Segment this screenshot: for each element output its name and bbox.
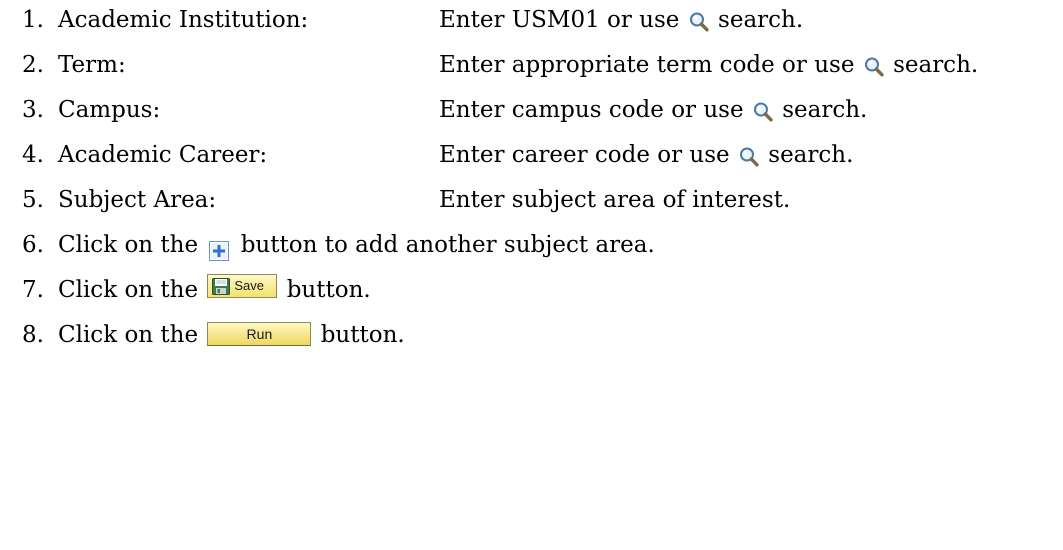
step-instruction: Click on the button to add another subje… xyxy=(58,225,655,265)
field-label: Campus: xyxy=(58,97,161,123)
field-instruction: Enter USM01 or use search. xyxy=(439,0,803,40)
instruction-text: Enter USM01 or use xyxy=(439,7,680,33)
plus-add-icon xyxy=(206,225,232,265)
step-instruction: Click on the Run button. xyxy=(58,315,405,355)
run-button[interactable]: Run xyxy=(207,322,312,346)
magnifier-search-icon xyxy=(738,135,760,175)
magnifier-search-icon xyxy=(752,90,774,130)
field-instruction: Enter career code or use search. xyxy=(439,135,853,175)
instruction-steps: 1. Academic Institution: Enter USM01 or … xyxy=(0,0,1063,550)
field-label: Academic Institution: xyxy=(58,7,309,33)
instruction-text-end: search. xyxy=(768,142,854,168)
instruction-text-end: button. xyxy=(320,322,405,348)
field-instruction: Enter campus code or use search. xyxy=(439,90,867,130)
instruction-text-end: search. xyxy=(718,7,804,33)
field-instruction: Enter appropriate term code or use searc… xyxy=(439,45,978,85)
step-number: 5. xyxy=(22,187,44,213)
save-button-label: Save xyxy=(234,278,265,293)
instruction-text-end: search. xyxy=(782,97,868,123)
step-number: 4. xyxy=(22,142,44,168)
step-instruction: Click on the Save button. xyxy=(58,270,371,310)
field-instruction: Enter subject area of interest. xyxy=(439,187,791,213)
instruction-text-end: search. xyxy=(893,52,979,78)
step-number: 8. xyxy=(22,322,44,348)
instruction-text-end: button to add another subject area. xyxy=(240,232,655,258)
magnifier-search-icon xyxy=(688,0,710,40)
step-number: 7. xyxy=(22,277,44,303)
step-number: 2. xyxy=(22,52,44,78)
step-number: 6. xyxy=(22,232,44,258)
field-label: Academic Career: xyxy=(58,142,268,168)
instruction-text: Click on the xyxy=(58,277,199,303)
instruction-text: Click on the xyxy=(58,232,199,258)
field-label: Subject Area: xyxy=(58,187,217,213)
floppy-disk-icon xyxy=(212,278,231,295)
save-button[interactable]: Save xyxy=(207,274,278,298)
instruction-text: Click on the xyxy=(58,322,199,348)
instruction-text: Enter campus code or use xyxy=(439,97,744,123)
step-number: 3. xyxy=(22,97,44,123)
step-number: 1. xyxy=(22,7,44,33)
instruction-text: Enter appropriate term code or use xyxy=(439,52,855,78)
field-label: Term: xyxy=(58,52,126,78)
magnifier-search-icon xyxy=(863,45,885,85)
instruction-text: Enter career code or use xyxy=(439,142,730,168)
instruction-text-end: button. xyxy=(286,277,371,303)
